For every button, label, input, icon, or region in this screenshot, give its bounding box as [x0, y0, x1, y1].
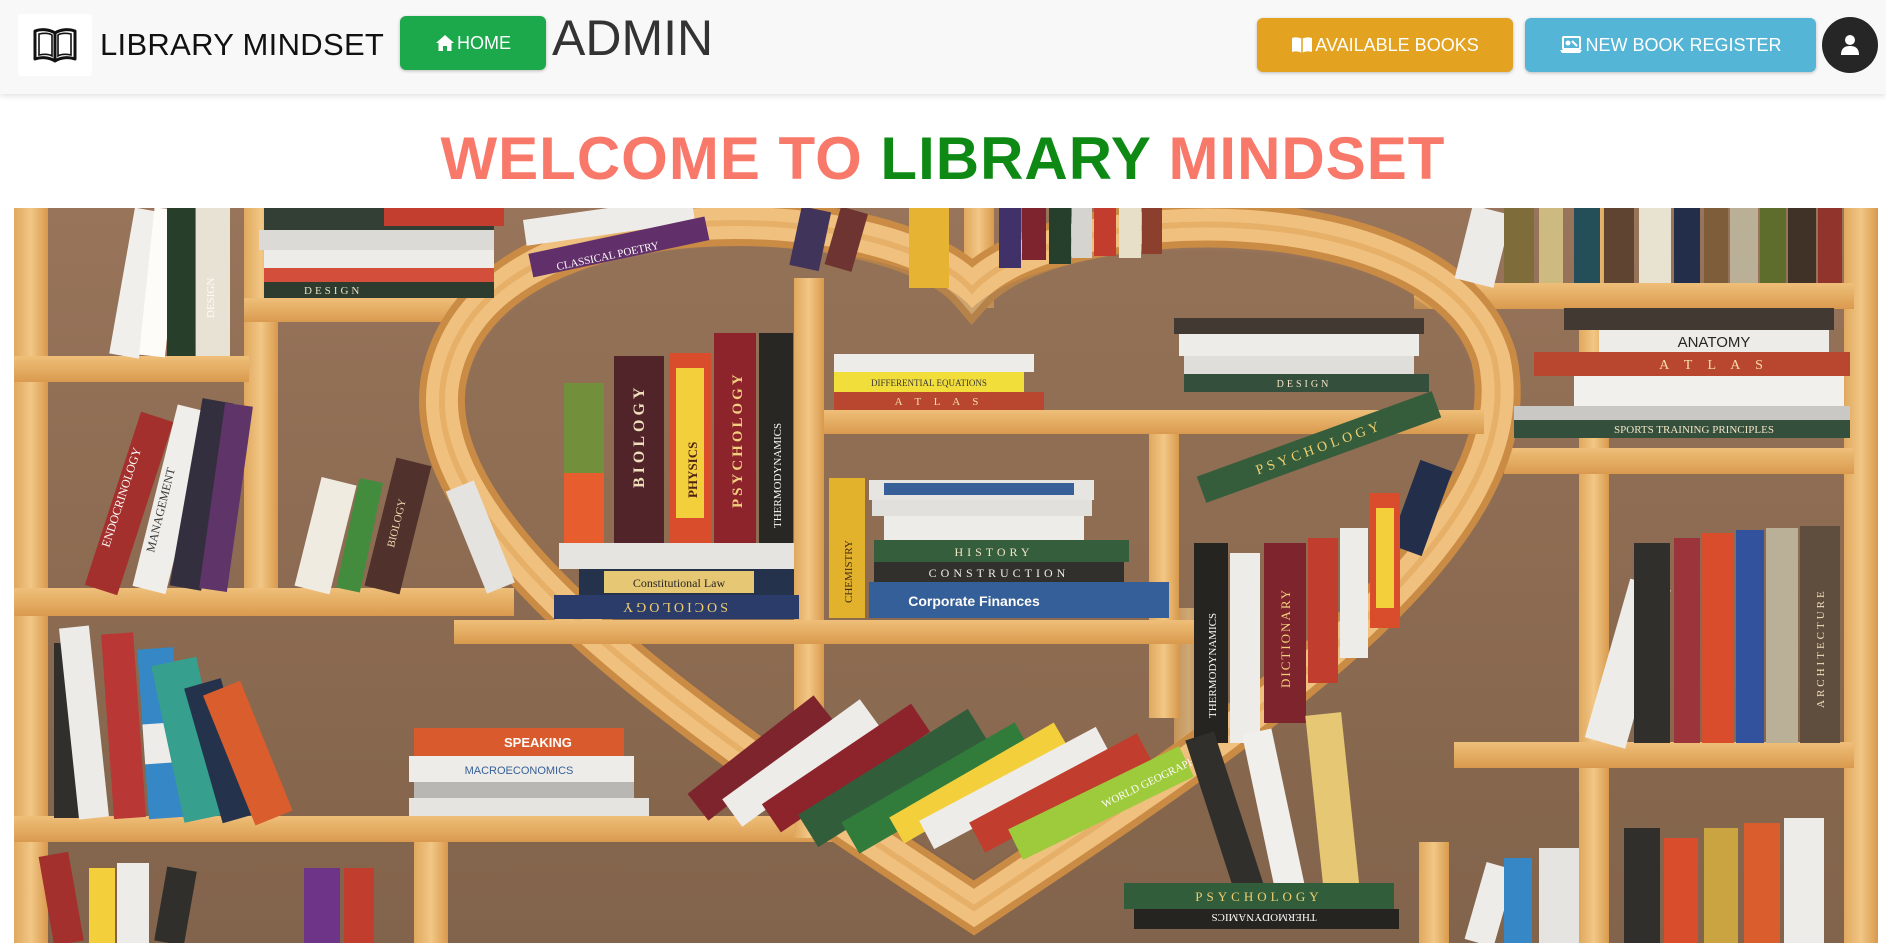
register-icon — [1560, 36, 1583, 53]
book-icon — [1292, 37, 1313, 53]
home-icon — [436, 35, 454, 51]
welcome-text-part1: WELCOME TO — [440, 125, 863, 192]
heart-bookshelf-image: DESIGN DESIGN CLASSICAL POETRY ANATOMY A… — [14, 208, 1878, 943]
available-books-button[interactable]: AVAILABLE BOOKS — [1257, 18, 1513, 72]
new-book-register-button[interactable]: NEW BOOK REGISTER — [1525, 18, 1816, 72]
home-button[interactable]: HOME — [400, 16, 546, 70]
available-books-label: AVAILABLE BOOKS — [1315, 34, 1479, 55]
brand-link[interactable]: LIBRARY MINDSET — [18, 14, 384, 76]
welcome-text-part3: MINDSET — [1168, 125, 1446, 192]
top-navbar: LIBRARY MINDSET HOME ADMIN AVAILABLE BOO… — [0, 0, 1886, 94]
new-book-register-label: NEW BOOK REGISTER — [1585, 34, 1782, 55]
user-menu-button[interactable] — [1822, 17, 1878, 73]
welcome-heading: WELCOME TO LIBRARY MINDSET — [0, 126, 1886, 192]
brand-name: LIBRARY MINDSET — [100, 27, 385, 62]
role-title: ADMIN — [552, 10, 714, 66]
welcome-text-part2: LIBRARY — [880, 125, 1151, 192]
home-button-label: HOME — [457, 32, 511, 53]
user-icon — [1841, 35, 1859, 55]
open-book-icon — [18, 14, 92, 76]
